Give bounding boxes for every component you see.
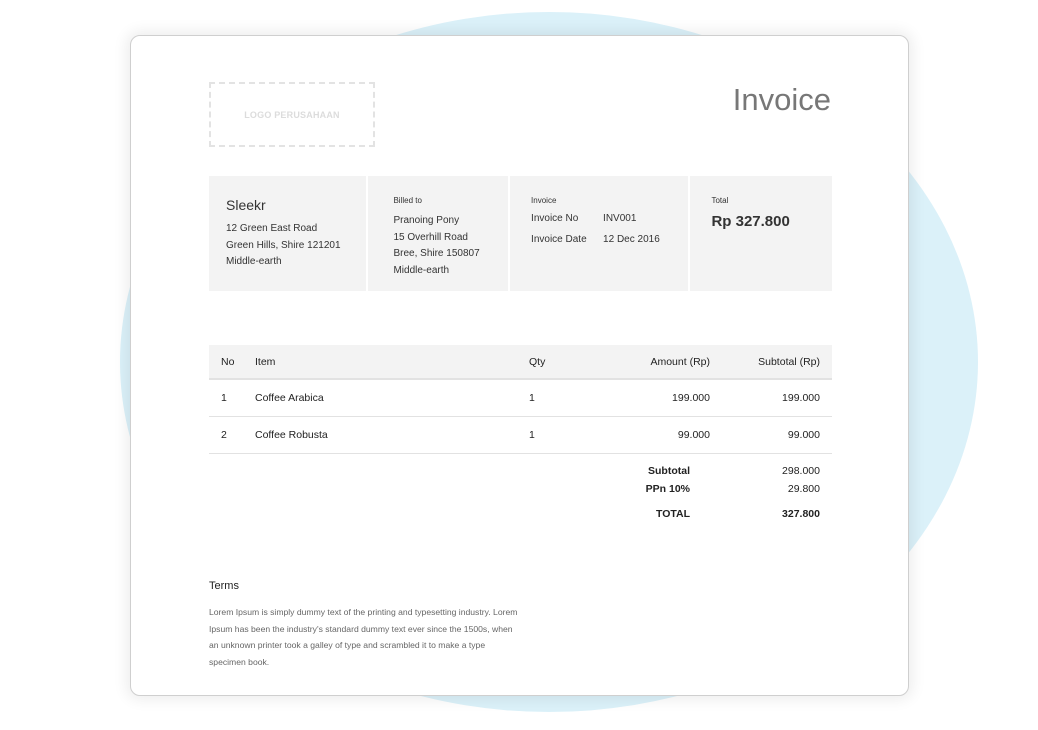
header-item: Item — [255, 345, 529, 380]
billed-to-line: Middle-earth — [393, 264, 450, 276]
total-box-value: Rp 327.800 — [711, 213, 790, 230]
terms-body: Lorem Ipsum is simply dummy text of the … — [209, 607, 518, 667]
billed-to-line: Pranoing Pony — [393, 215, 460, 226]
cell-amount: 99.000 — [589, 416, 710, 454]
invoice-no-value: INV001 — [603, 213, 637, 224]
total-box: Total Rp 327.800 — [690, 176, 832, 291]
subtotal-value: 298.000 — [782, 465, 820, 477]
billed-to-info: Billed to Pranoing Pony 15 Overhill Road… — [368, 176, 509, 291]
table-row: 2 Coffee Robusta 1 99.000 99.000 — [209, 416, 832, 454]
invoice-date-row: Invoice Date 12 Dec 2016 — [531, 234, 671, 245]
grand-total-row: TOTAL 327.800 — [209, 508, 832, 526]
tax-label: PPn 10% — [645, 483, 690, 495]
invoice-card: LOGO PERUSAHAAN Invoice Sleekr 12 Green … — [130, 35, 909, 696]
grand-total-value: 327.800 — [782, 508, 820, 520]
logo-text: LOGO PERUSAHAAN — [244, 109, 340, 120]
cell-item: Coffee Robusta — [255, 416, 529, 454]
logo-placeholder: LOGO PERUSAHAAN — [209, 82, 375, 147]
invoice-no-label: Invoice No — [531, 213, 579, 224]
cell-subtotal: 99.000 — [710, 416, 832, 454]
total-box-heading: Total — [711, 196, 729, 205]
page: LOGO PERUSAHAAN Invoice Sleekr 12 Green … — [0, 0, 1038, 730]
billed-to-line: 15 Overhill Road — [393, 231, 468, 243]
cell-amount: 199.000 — [589, 379, 710, 417]
header-amount: Amount (Rp) — [589, 345, 710, 380]
company-info: Sleekr 12 Green East Road Green Hills, S… — [209, 176, 367, 291]
header-no: No — [209, 345, 255, 380]
invoice-details-heading: Invoice — [531, 196, 557, 205]
invoice-title: Invoice — [732, 82, 831, 117]
company-address-line: Green Hills, Shire 121201 — [226, 239, 341, 251]
invoice-date-label: Invoice Date — [531, 234, 587, 245]
invoice-no-row: Invoice No INV001 — [531, 213, 671, 224]
subtotal-label: Subtotal — [648, 465, 690, 477]
grand-total-label: TOTAL — [655, 508, 690, 520]
company-name: Sleekr — [226, 197, 266, 213]
tax-row: PPn 10% 29.800 — [209, 483, 832, 501]
cell-qty: 1 — [529, 416, 589, 454]
cell-subtotal: 199.000 — [710, 379, 832, 417]
table-row: 1 Coffee Arabica 1 199.000 199.000 — [209, 379, 832, 417]
header-subtotal: Subtotal (Rp) — [710, 345, 832, 380]
header-qty: Qty — [529, 345, 589, 380]
cell-no: 1 — [209, 379, 255, 417]
subtotal-row: Subtotal 298.000 — [209, 465, 832, 483]
items-table: No Item Qty Amount (Rp) Subtotal (Rp) 1 … — [209, 345, 832, 454]
tax-value: 29.800 — [787, 483, 820, 495]
cell-item: Coffee Arabica — [255, 379, 529, 417]
company-address-line: Middle-earth — [226, 256, 282, 267]
cell-qty: 1 — [529, 379, 589, 417]
cell-no: 2 — [209, 416, 255, 454]
table-header-row: No Item Qty Amount (Rp) Subtotal (Rp) — [209, 345, 832, 380]
invoice-info-row: Sleekr 12 Green East Road Green Hills, S… — [209, 176, 832, 291]
summary-block: Subtotal 298.000 PPn 10% 29.800 TOTAL 32… — [209, 465, 832, 526]
billed-to-heading: Billed to — [393, 196, 422, 205]
billed-to-line: Bree, Shire 150807 — [393, 248, 480, 259]
invoice-details: Invoice Invoice No INV001 Invoice Date 1… — [510, 176, 689, 291]
invoice-date-value: 12 Dec 2016 — [603, 234, 660, 245]
company-address-line: 12 Green East Road — [226, 223, 318, 234]
terms-heading: Terms — [209, 580, 239, 592]
